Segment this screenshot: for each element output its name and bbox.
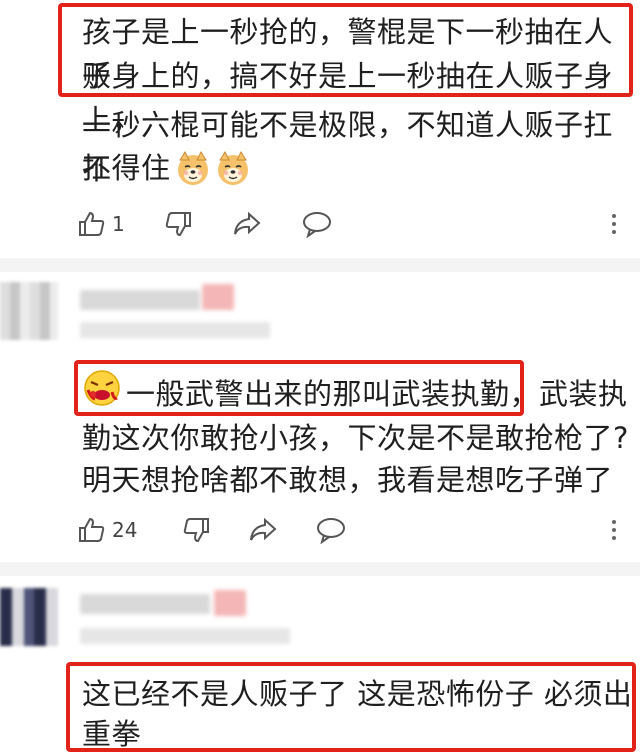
- meta-blurred: [80, 322, 270, 338]
- section-divider: [0, 562, 640, 576]
- username-blurred: [80, 290, 200, 310]
- reply-button[interactable]: [302, 204, 332, 244]
- share-icon: [250, 517, 277, 541]
- username-blurred: [80, 594, 210, 614]
- like-count: 24: [112, 518, 138, 542]
- more-dot: [612, 222, 616, 226]
- thumbs-up-icon: [79, 211, 105, 236]
- more-dot: [612, 528, 616, 532]
- dislike-button[interactable]: [164, 204, 192, 244]
- badge-blurred: [202, 284, 234, 310]
- comment-2-line-2: 勤这次你敢抢小孩，下次是不是敢抢枪了?: [82, 421, 629, 455]
- more-dot: [612, 520, 616, 524]
- like-count: 1: [112, 212, 125, 236]
- avatar[interactable]: [0, 282, 58, 340]
- meta-blurred: [80, 628, 290, 644]
- more-dot: [612, 214, 616, 218]
- thumbs-down-icon: [183, 518, 209, 543]
- comment-bubble-icon: [303, 212, 331, 238]
- like-button[interactable]: 24: [78, 510, 137, 550]
- section-divider: [0, 258, 640, 272]
- share-button[interactable]: [232, 204, 262, 244]
- comment-1-actions: 1: [0, 204, 640, 244]
- comment-1-line-4: 扛得住: [82, 146, 251, 190]
- doge-icon: [177, 150, 208, 185]
- more-options-button[interactable]: [612, 516, 618, 544]
- comment-3-line-2: 重拳: [82, 717, 142, 751]
- share-button[interactable]: [248, 510, 278, 550]
- comment-2-line-1: 一般武警出来的那叫武装执勤，武装执: [126, 377, 628, 411]
- doge-icon: [217, 150, 248, 185]
- dislike-button[interactable]: [182, 510, 210, 550]
- thumbs-down-icon: [165, 212, 191, 237]
- badge-blurred: [214, 590, 246, 616]
- reply-button[interactable]: [316, 510, 346, 550]
- share-icon: [234, 211, 261, 235]
- comment-1-line-4-text: 扛得住: [82, 151, 171, 185]
- thumbs-up-icon: [79, 517, 105, 542]
- more-options-button[interactable]: [612, 210, 618, 238]
- comment-2-actions: 24: [0, 510, 640, 550]
- comment-bubble-icon: [317, 518, 345, 544]
- comment-2-line-3: 明天想抢啥都不敢想，我看是想吃子弹了: [82, 463, 614, 497]
- more-dot: [612, 230, 616, 234]
- comment-3-line-1: 这已经不是人贩子了 这是恐怖份子 必须出: [82, 677, 633, 711]
- bloody-face-icon: [84, 370, 120, 406]
- like-button[interactable]: 1: [78, 204, 125, 244]
- avatar[interactable]: [0, 588, 58, 646]
- more-dot: [612, 536, 616, 540]
